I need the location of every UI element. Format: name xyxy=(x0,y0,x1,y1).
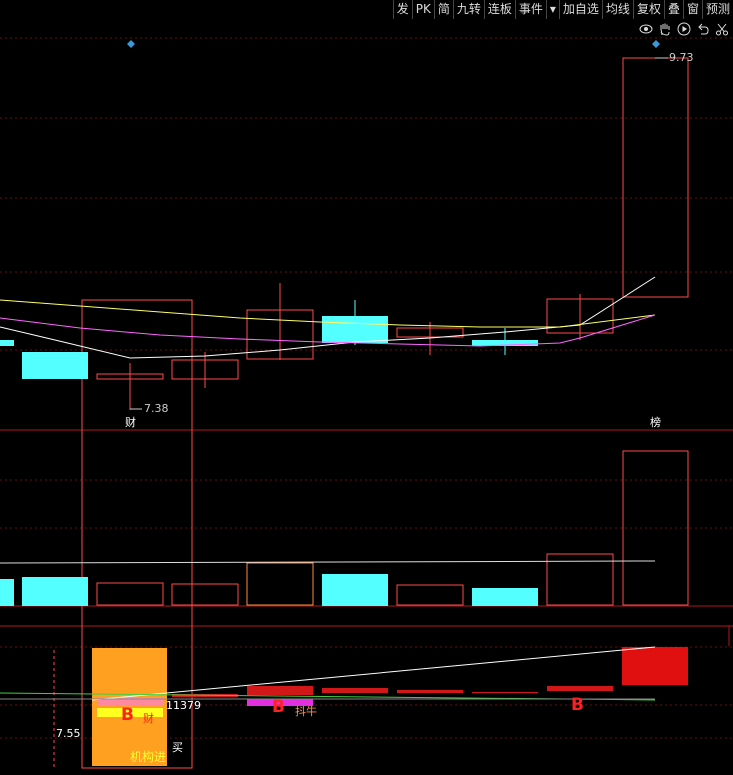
dropdown-button[interactable]: ▾ xyxy=(545,0,559,19)
overlay-button[interactable]: 叠 xyxy=(663,0,683,19)
limit-board-button[interactable]: 连板 xyxy=(483,0,515,19)
cai-signal-text: 财 xyxy=(143,712,154,725)
diamond-marker xyxy=(127,40,135,48)
b-signal-2: B xyxy=(272,697,285,717)
volume-bar xyxy=(0,579,14,606)
adjust-button[interactable]: 复权 xyxy=(632,0,664,19)
volume-ma-line xyxy=(0,560,656,564)
stock-chart[interactable] xyxy=(0,0,733,775)
low-price-label: 7.38 xyxy=(144,402,169,415)
candle xyxy=(22,352,88,379)
volume-bar xyxy=(246,562,314,606)
volume-bars xyxy=(0,450,689,606)
b-signal-3: B xyxy=(571,695,584,715)
window-button[interactable]: 窗 xyxy=(682,0,702,19)
pk-button[interactable]: PK xyxy=(411,0,434,19)
institution-text: 机构进 xyxy=(130,750,167,764)
candle xyxy=(322,316,388,343)
simple-button[interactable]: 简 xyxy=(433,0,453,19)
play-icon[interactable] xyxy=(677,22,691,36)
volume-bar xyxy=(96,582,164,606)
limit-up-box xyxy=(622,57,689,298)
eye-icon[interactable] xyxy=(639,22,653,36)
hand-icon[interactable] xyxy=(658,22,672,36)
high-price-label: 9.73 xyxy=(669,51,694,64)
candles xyxy=(0,283,614,410)
scissors-icon[interactable] xyxy=(715,22,729,36)
ma-button[interactable]: 均线 xyxy=(601,0,633,19)
predict-button[interactable]: 预测 xyxy=(701,0,733,19)
buy-text: 买 xyxy=(172,741,183,754)
diamond-marker xyxy=(652,40,660,48)
fa-button[interactable]: 发 xyxy=(392,0,412,19)
signal-text: 抖牛 xyxy=(295,705,317,718)
rank-tag: 榜 xyxy=(650,416,661,429)
finance-tag: 财 xyxy=(125,416,136,429)
indicator-bars xyxy=(172,647,688,697)
toolbar: 发 PK 简 九转 连板 事件 ▾ 加自选 均线 复权 叠 窗 预测 xyxy=(392,0,733,19)
candle xyxy=(0,340,14,346)
event-button[interactable]: 事件 xyxy=(514,0,546,19)
volume-bar xyxy=(472,588,538,606)
volume-bar xyxy=(22,577,88,606)
volume-bar xyxy=(171,583,239,606)
b-signal-1: B xyxy=(121,705,134,725)
volume-value-label: 11379 xyxy=(166,699,201,712)
add-watchlist-button[interactable]: 加自选 xyxy=(558,0,602,19)
nine-turn-button[interactable]: 九转 xyxy=(452,0,484,19)
volume-bar xyxy=(322,574,388,606)
bottom-price-label: 7.55 xyxy=(56,727,81,740)
volume-bar xyxy=(396,584,464,606)
tool-icons xyxy=(639,22,729,36)
undo-icon[interactable] xyxy=(696,22,710,36)
